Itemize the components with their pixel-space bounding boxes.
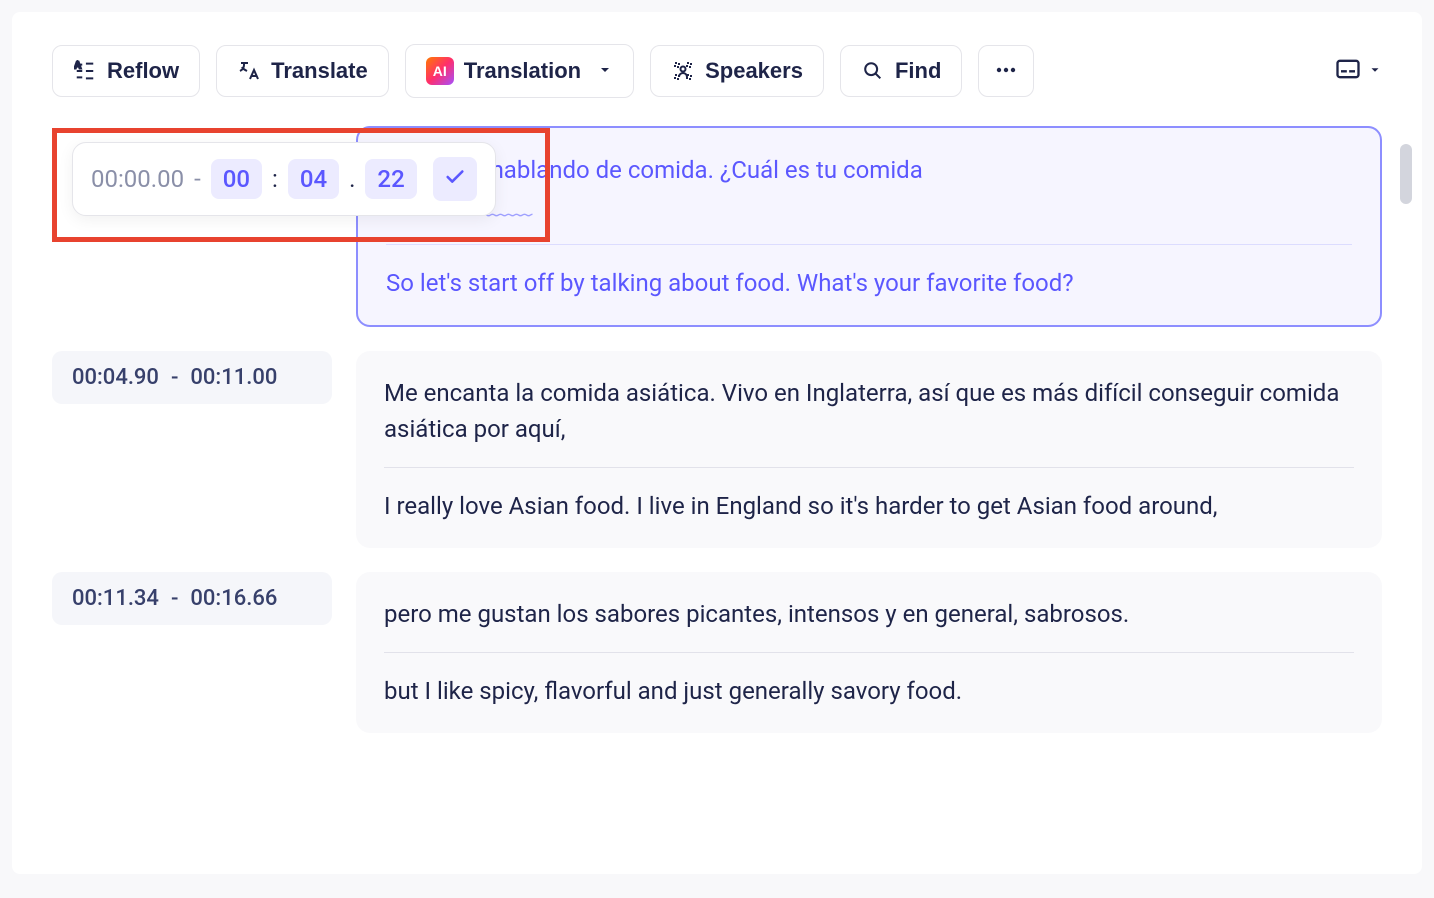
search-icon (861, 59, 885, 83)
translation-dropdown[interactable]: AI Translation (405, 44, 634, 98)
source-text[interactable]: Me encanta la comida asiática. Vivo en I… (384, 375, 1354, 447)
translation-text[interactable]: but I like spicy, flavorful and just gen… (384, 673, 1354, 709)
chevron-down-icon (597, 58, 613, 84)
time-editor-start: 00:00.00 (91, 165, 184, 193)
time-editor-popover: 00:00.00 - 00 : 04 . 22 (72, 142, 496, 216)
dash: - (171, 365, 178, 390)
translation-text[interactable]: I really love Asian food. I live in Engl… (384, 488, 1354, 524)
time-editor-end-frac[interactable]: 22 (365, 159, 416, 199)
colon: : (272, 165, 278, 193)
ellipsis-icon (994, 58, 1018, 85)
speakers-button[interactable]: Speakers (650, 45, 824, 97)
segment-divider (386, 244, 1352, 245)
more-button[interactable] (978, 45, 1034, 97)
dot: . (349, 165, 355, 193)
find-button[interactable]: Find (840, 45, 962, 97)
dash: - (194, 165, 201, 193)
source-text[interactable]: pero me gustan los sabores picantes, int… (384, 596, 1354, 632)
transcript-segment-active[interactable]: pecemos hablando de comida. ¿Cuál es tu … (356, 126, 1382, 327)
translate-icon (237, 59, 261, 83)
timestamp-end: 00:16.66 (190, 586, 277, 611)
timestamp-end: 00:11.00 (190, 365, 277, 390)
reflow-icon: A (73, 59, 97, 83)
time-editor-confirm-button[interactable] (433, 157, 477, 201)
timestamp-pill[interactable]: 00:04.90 - 00:11.00 (52, 351, 332, 404)
scrollbar-thumb[interactable] (1400, 144, 1412, 204)
transcript-editor-panel: A Reflow Translate AI Translation (12, 12, 1422, 874)
transcript-segment[interactable]: pero me gustan los sabores picantes, int… (356, 572, 1382, 733)
transcript-row: 00:11.34 - 00:16.66 pero me gustan los s… (52, 572, 1382, 733)
dash: - (171, 586, 178, 611)
segment-divider (384, 467, 1354, 468)
timestamp-start: 00:04.90 (72, 365, 159, 390)
find-label: Find (895, 58, 941, 84)
translate-button[interactable]: Translate (216, 45, 389, 97)
translation-label: Translation (464, 58, 581, 84)
source-text[interactable]: pecemos hablando de comida. ¿Cuál es tu … (386, 152, 1352, 224)
translate-label: Translate (271, 58, 368, 84)
segment-divider (384, 652, 1354, 653)
timestamp-pill[interactable]: 00:11.34 - 00:16.66 (52, 572, 332, 625)
timestamp-start: 00:11.34 (72, 586, 159, 611)
toolbar: A Reflow Translate AI Translation (52, 44, 1382, 98)
display-mode-dropdown[interactable] (1334, 55, 1382, 87)
check-icon (444, 166, 466, 192)
time-editor-end-sec[interactable]: 04 (288, 159, 339, 199)
ai-icon: AI (426, 57, 454, 85)
speakers-label: Speakers (705, 58, 803, 84)
translation-text[interactable]: So let's start off by talking about food… (386, 265, 1352, 301)
reflow-button[interactable]: A Reflow (52, 45, 200, 97)
chevron-down-icon (1368, 62, 1382, 81)
transcript-segment[interactable]: Me encanta la comida asiática. Vivo en I… (356, 351, 1382, 548)
svg-text:A: A (74, 60, 82, 71)
subtitle-view-icon (1334, 55, 1362, 87)
speakers-icon (671, 59, 695, 83)
time-editor-end-min[interactable]: 00 (211, 159, 262, 199)
reflow-label: Reflow (107, 58, 179, 84)
transcript-row: 00:04.90 - 00:11.00 Me encanta la comida… (52, 351, 1382, 548)
